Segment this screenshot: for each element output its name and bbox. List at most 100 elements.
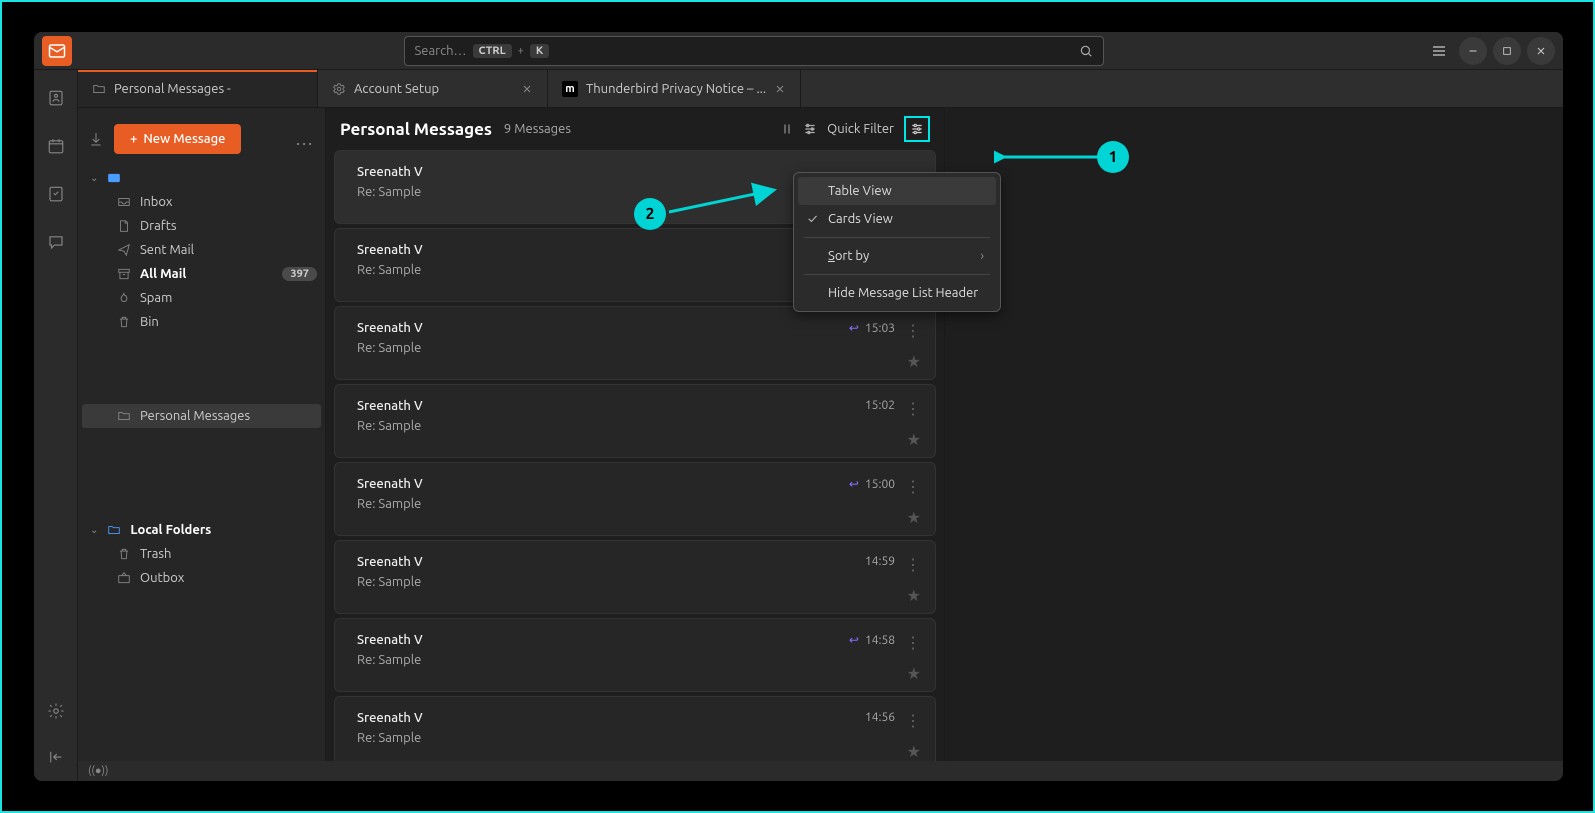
menu-item-hide-header[interactable]: Hide Message List Header bbox=[798, 279, 996, 307]
kbd-plus: + bbox=[518, 45, 524, 57]
settings-button[interactable] bbox=[42, 697, 70, 725]
message-subject: Re: Sample bbox=[357, 419, 917, 433]
kbd-ctrl: CTRL bbox=[473, 44, 512, 58]
chevron-right-icon: › bbox=[980, 249, 984, 263]
reply-icon: ↩ bbox=[849, 633, 859, 647]
message-more-button[interactable]: ⋮ bbox=[905, 633, 921, 652]
message-time: 14:56 bbox=[865, 711, 895, 724]
search-placeholder-text: Search… bbox=[415, 44, 467, 58]
tab-privacy-notice[interactable]: m Thunderbird Privacy Notice – ... bbox=[548, 70, 801, 107]
folder-trash[interactable]: Trash bbox=[78, 542, 325, 566]
folder-icon bbox=[116, 409, 132, 423]
star-button[interactable]: ★ bbox=[907, 586, 921, 605]
message-subject: Re: Sample bbox=[357, 575, 917, 589]
account-toggle[interactable]: ⌄ bbox=[78, 166, 325, 190]
tab-label: Thunderbird Privacy Notice – ... bbox=[586, 82, 766, 96]
message-more-button[interactable]: ⋮ bbox=[905, 711, 921, 730]
tasks-space-button[interactable] bbox=[42, 180, 70, 208]
folder-title: Personal Messages bbox=[340, 120, 492, 139]
mail-space-button[interactable] bbox=[42, 84, 70, 112]
unread-badge: 397 bbox=[282, 267, 317, 281]
display-options-button[interactable] bbox=[904, 116, 930, 142]
star-button[interactable]: ★ bbox=[907, 352, 921, 371]
folder-personal-messages[interactable]: Personal Messages bbox=[82, 404, 321, 428]
message-time: 15:02 bbox=[865, 399, 895, 412]
message-card[interactable]: Sreenath V Re: Sample 15:02 ⋮ ★ bbox=[334, 384, 936, 458]
message-more-button[interactable]: ⋮ bbox=[905, 555, 921, 574]
annotation-marker-1: 1 bbox=[1097, 141, 1129, 173]
inbox-icon bbox=[116, 195, 132, 209]
chat-space-button[interactable] bbox=[42, 228, 70, 256]
folder-all-mail[interactable]: All Mail 397 bbox=[78, 262, 325, 286]
annotation-marker-2: 2 bbox=[634, 198, 666, 230]
titlebar: Search… CTRL + K bbox=[34, 32, 1563, 70]
folder-drafts[interactable]: Drafts bbox=[78, 214, 325, 238]
message-sender: Sreenath V bbox=[357, 477, 917, 491]
message-card[interactable]: Sreenath VRe: Sample↩14:58⋮★ bbox=[334, 618, 936, 692]
close-icon[interactable] bbox=[774, 83, 786, 95]
message-more-button[interactable]: ⋮ bbox=[905, 321, 921, 340]
message-card[interactable]: Sreenath VRe: Sample↩15:03⋮★ bbox=[334, 306, 936, 380]
menu-item-sort-by[interactable]: Sort by › bbox=[798, 242, 996, 270]
message-subject: Re: Sample bbox=[357, 497, 917, 511]
activity-bar bbox=[34, 70, 78, 781]
divider bbox=[804, 274, 990, 275]
thread-icon[interactable] bbox=[781, 122, 793, 136]
folder-label: Sent Mail bbox=[140, 243, 194, 257]
message-subject: Re: Sample bbox=[357, 653, 917, 667]
display-options-menu: Table View ✓ Cards View Sort by › Hide M… bbox=[793, 172, 1001, 312]
folder-label: Outbox bbox=[140, 571, 184, 585]
maximize-button[interactable] bbox=[1493, 37, 1521, 65]
flame-icon bbox=[116, 291, 132, 305]
message-sender: Sreenath V bbox=[357, 399, 917, 413]
preview-panel bbox=[945, 108, 1563, 761]
star-button[interactable]: ★ bbox=[907, 742, 921, 761]
minimize-button[interactable] bbox=[1459, 37, 1487, 65]
message-more-button[interactable]: ⋮ bbox=[905, 399, 921, 418]
outbox-icon bbox=[116, 571, 132, 585]
folder-label: Inbox bbox=[140, 195, 172, 209]
folder-sent-mail[interactable]: Sent Mail bbox=[78, 238, 325, 262]
folder-label: All Mail bbox=[140, 267, 186, 281]
collapse-button[interactable] bbox=[42, 743, 70, 771]
message-sender: Sreenath V bbox=[357, 321, 917, 335]
folder-spam[interactable]: Spam bbox=[78, 286, 325, 310]
folder-outbox[interactable]: Outbox bbox=[78, 566, 325, 590]
message-more-button[interactable]: ⋮ bbox=[905, 477, 921, 496]
message-sender: Sreenath V bbox=[357, 711, 917, 725]
message-card[interactable]: Sreenath VRe: Sample14:56⋮★ bbox=[334, 696, 936, 761]
folder-bin[interactable]: Bin bbox=[78, 310, 325, 334]
annotation-arrow-2 bbox=[664, 182, 784, 222]
chevron-down-icon: ⌄ bbox=[90, 172, 98, 184]
message-time: 15:03 bbox=[865, 322, 895, 335]
local-folders-toggle[interactable]: ⌄ Local Folders bbox=[78, 518, 325, 542]
new-message-button[interactable]: + New Message bbox=[114, 124, 241, 154]
folder-sidebar: + New Message … ⌄ Inbox Drafts Sent Mail Al… bbox=[78, 108, 326, 761]
close-button[interactable] bbox=[1527, 37, 1555, 65]
gear-icon bbox=[332, 82, 346, 96]
quick-filter-label[interactable]: Quick Filter bbox=[827, 122, 894, 136]
tab-personal-messages[interactable]: Personal Messages - bbox=[78, 70, 318, 107]
close-icon[interactable] bbox=[521, 83, 533, 95]
star-button[interactable]: ★ bbox=[907, 508, 921, 527]
kbd-k: K bbox=[530, 44, 549, 58]
star-button[interactable]: ★ bbox=[907, 664, 921, 683]
search-icon bbox=[1079, 44, 1093, 58]
chevron-down-icon: ⌄ bbox=[90, 524, 98, 536]
sent-icon bbox=[116, 243, 132, 257]
star-button[interactable]: ★ bbox=[907, 430, 921, 449]
message-card[interactable]: Sreenath VRe: Sample14:59⋮★ bbox=[334, 540, 936, 614]
hamburger-menu-button[interactable] bbox=[1425, 37, 1453, 65]
get-messages-button[interactable] bbox=[88, 131, 104, 147]
mail-account-icon bbox=[106, 171, 122, 185]
filter-settings-icon[interactable] bbox=[803, 122, 817, 136]
menu-item-table-view[interactable]: Table View bbox=[798, 177, 996, 205]
tab-account-setup[interactable]: Account Setup bbox=[318, 70, 548, 107]
calendar-space-button[interactable] bbox=[42, 132, 70, 160]
sync-status-icon: ((●)) bbox=[88, 765, 108, 777]
menu-item-cards-view[interactable]: ✓ Cards View bbox=[798, 205, 996, 233]
folder-inbox[interactable]: Inbox bbox=[78, 190, 325, 214]
global-search-input[interactable]: Search… CTRL + K bbox=[404, 36, 1104, 66]
message-card[interactable]: Sreenath VRe: Sample↩15:00⋮★ bbox=[334, 462, 936, 536]
more-options-button[interactable]: … bbox=[295, 129, 315, 149]
